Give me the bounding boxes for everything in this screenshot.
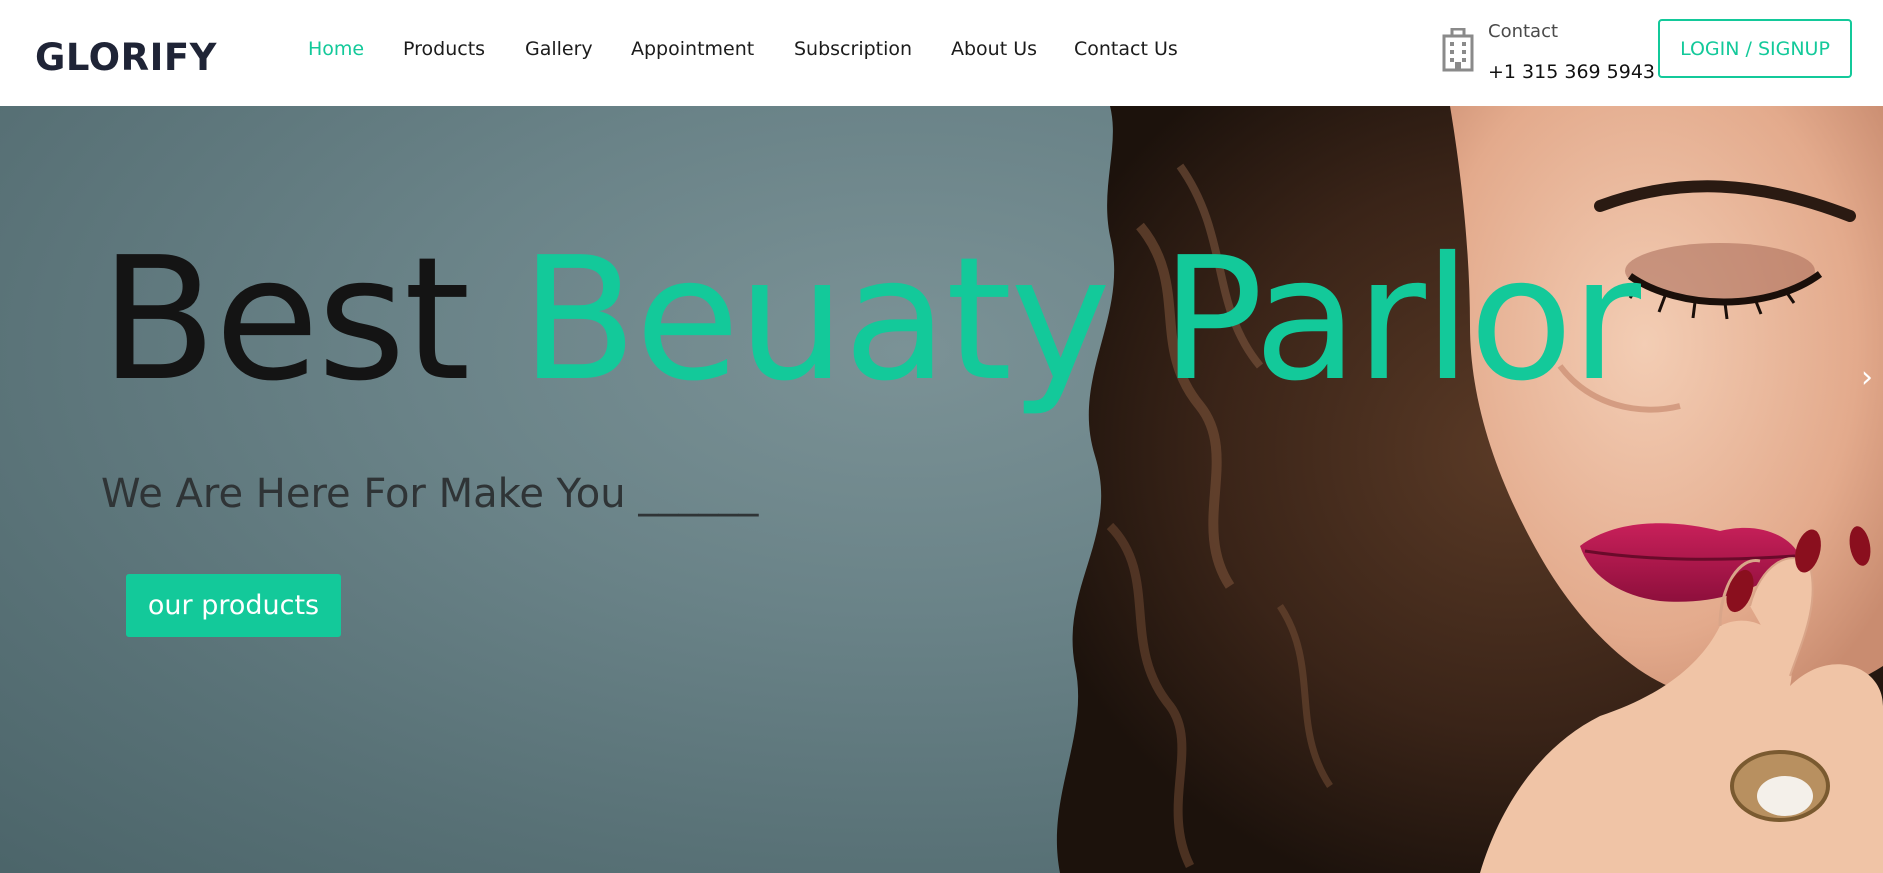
header-contact: Contact +1 315 369 5943 <box>1436 20 1655 90</box>
login-signup-button[interactable]: LOGIN / SIGNUP <box>1658 19 1852 78</box>
hero-title-accent: Beuaty Parlor <box>520 221 1642 419</box>
hero-banner: Best Beuaty Parlor We Are Here For Make … <box>0 106 1883 873</box>
site-header: GLORIFY Home Products Gallery Appointmen… <box>0 0 1883 106</box>
our-products-button[interactable]: our products <box>126 574 341 637</box>
hero-title: Best Beuaty Parlor <box>100 220 1642 420</box>
nav-item-about-us[interactable]: About Us <box>951 34 1037 64</box>
nav-item-contact-us[interactable]: Contact Us <box>1074 34 1178 64</box>
nav-item-subscription[interactable]: Subscription <box>794 34 912 64</box>
hero-title-dark: Best <box>100 221 470 419</box>
building-icon <box>1442 28 1474 72</box>
nav-item-appointment[interactable]: Appointment <box>631 34 754 64</box>
brand-logo[interactable]: GLORIFY <box>35 34 217 82</box>
nav-item-home[interactable]: Home <box>308 34 364 64</box>
contact-label: Contact <box>1488 21 1559 42</box>
chevron-right-icon[interactable]: › <box>1855 358 1879 398</box>
contact-phone[interactable]: +1 315 369 5943 <box>1488 58 1655 86</box>
nav-item-products[interactable]: Products <box>403 34 485 64</box>
hero-subtitle: We Are Here For Make You ______ <box>101 471 759 517</box>
nav-item-gallery[interactable]: Gallery <box>525 34 593 64</box>
